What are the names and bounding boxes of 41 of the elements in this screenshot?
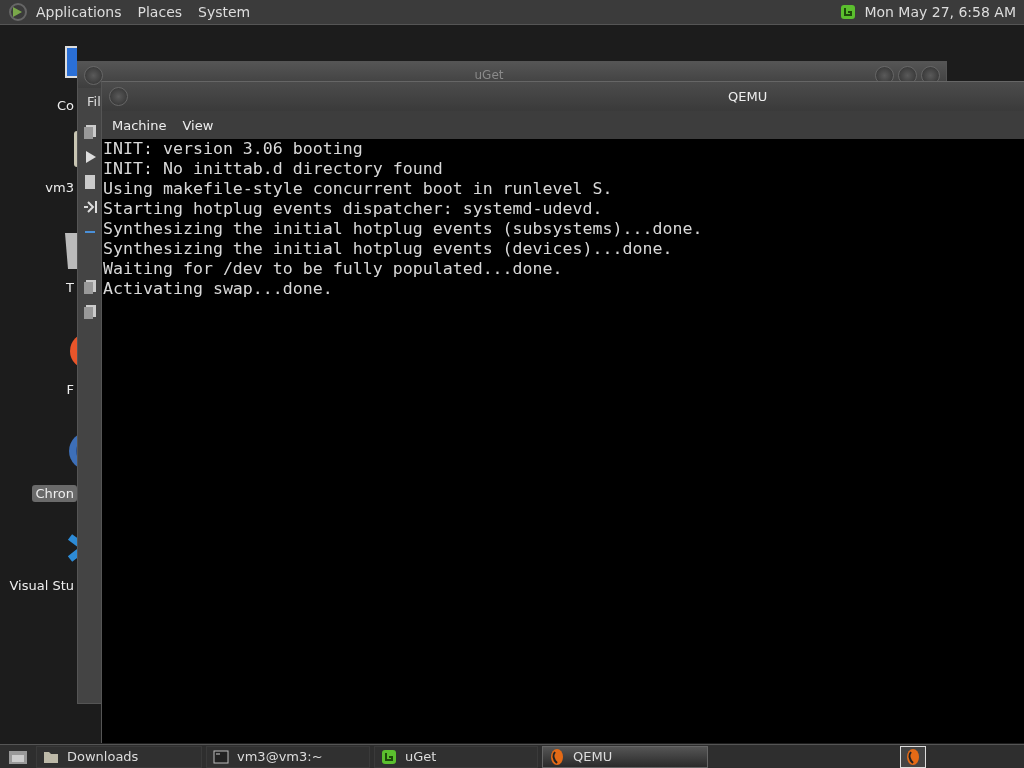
documents-icon[interactable] <box>82 279 97 295</box>
taskbar-button[interactable]: vm3@vm3:~ <box>206 745 370 768</box>
uget-icon <box>840 4 857 20</box>
bird-icon <box>549 747 565 766</box>
menu-item[interactable]: Machine <box>104 117 175 133</box>
panel-menu[interactable]: System <box>190 4 259 20</box>
show-desktop-icon[interactable] <box>8 748 28 765</box>
panel-menu[interactable]: Places <box>129 4 191 20</box>
console-line: Synthesizing the initial hotplug events (devices)...done. <box>103 239 673 259</box>
terminal-icon <box>213 749 229 764</box>
menu-item[interactable]: View <box>174 117 222 133</box>
folder-icon <box>43 749 59 764</box>
desktop-icon-label[interactable]: Visual Stu <box>6 577 77 594</box>
console-line: Waiting for /dev to be fully populated...done. <box>103 259 563 279</box>
documents-icon[interactable] <box>82 304 97 320</box>
console-line: Starting hotplug events dispatcher: systemd-udevd. <box>103 199 603 219</box>
console-line: INIT: No inittab.d directory found <box>103 159 443 179</box>
documents-icon[interactable] <box>82 124 97 140</box>
desktop-icon-label[interactable]: Chron <box>32 485 77 502</box>
menu-item[interactable]: Fil <box>87 94 101 112</box>
document-icon[interactable] <box>82 174 97 190</box>
console-line: Using makefile-style concurrent boot in runlevel S. <box>103 179 613 199</box>
console-line: Synthesizing the initial hotplug events (subsystems)...done. <box>103 219 703 239</box>
clock[interactable]: Mon May 27, 6:58 AM <box>856 4 1016 20</box>
window-title: uGet <box>473 68 505 82</box>
taskbar-button[interactable]: QEMU <box>542 745 708 768</box>
taskbar-button[interactable]: uGet <box>374 745 538 768</box>
taskbar-button[interactable]: Downloads <box>36 745 202 768</box>
console-line: INIT: version 3.06 booting <box>103 139 363 159</box>
desktop-icon-label[interactable]: Co <box>53 97 77 114</box>
desktop-icon-label[interactable]: T <box>63 279 77 296</box>
skip-icon[interactable] <box>81 199 98 215</box>
console-line: Activating swap...done. <box>103 279 333 299</box>
bird-icon <box>905 747 921 766</box>
tray-button[interactable] <box>900 745 926 768</box>
window-title: QEMU <box>728 89 768 104</box>
panel-menu[interactable]: Applications <box>28 4 130 20</box>
uget-icon <box>381 748 397 765</box>
menu-logo-icon[interactable] <box>8 2 28 22</box>
desktop-icon-label[interactable]: F <box>63 381 77 398</box>
desktop-icon-label[interactable]: vm3 <box>42 179 77 196</box>
